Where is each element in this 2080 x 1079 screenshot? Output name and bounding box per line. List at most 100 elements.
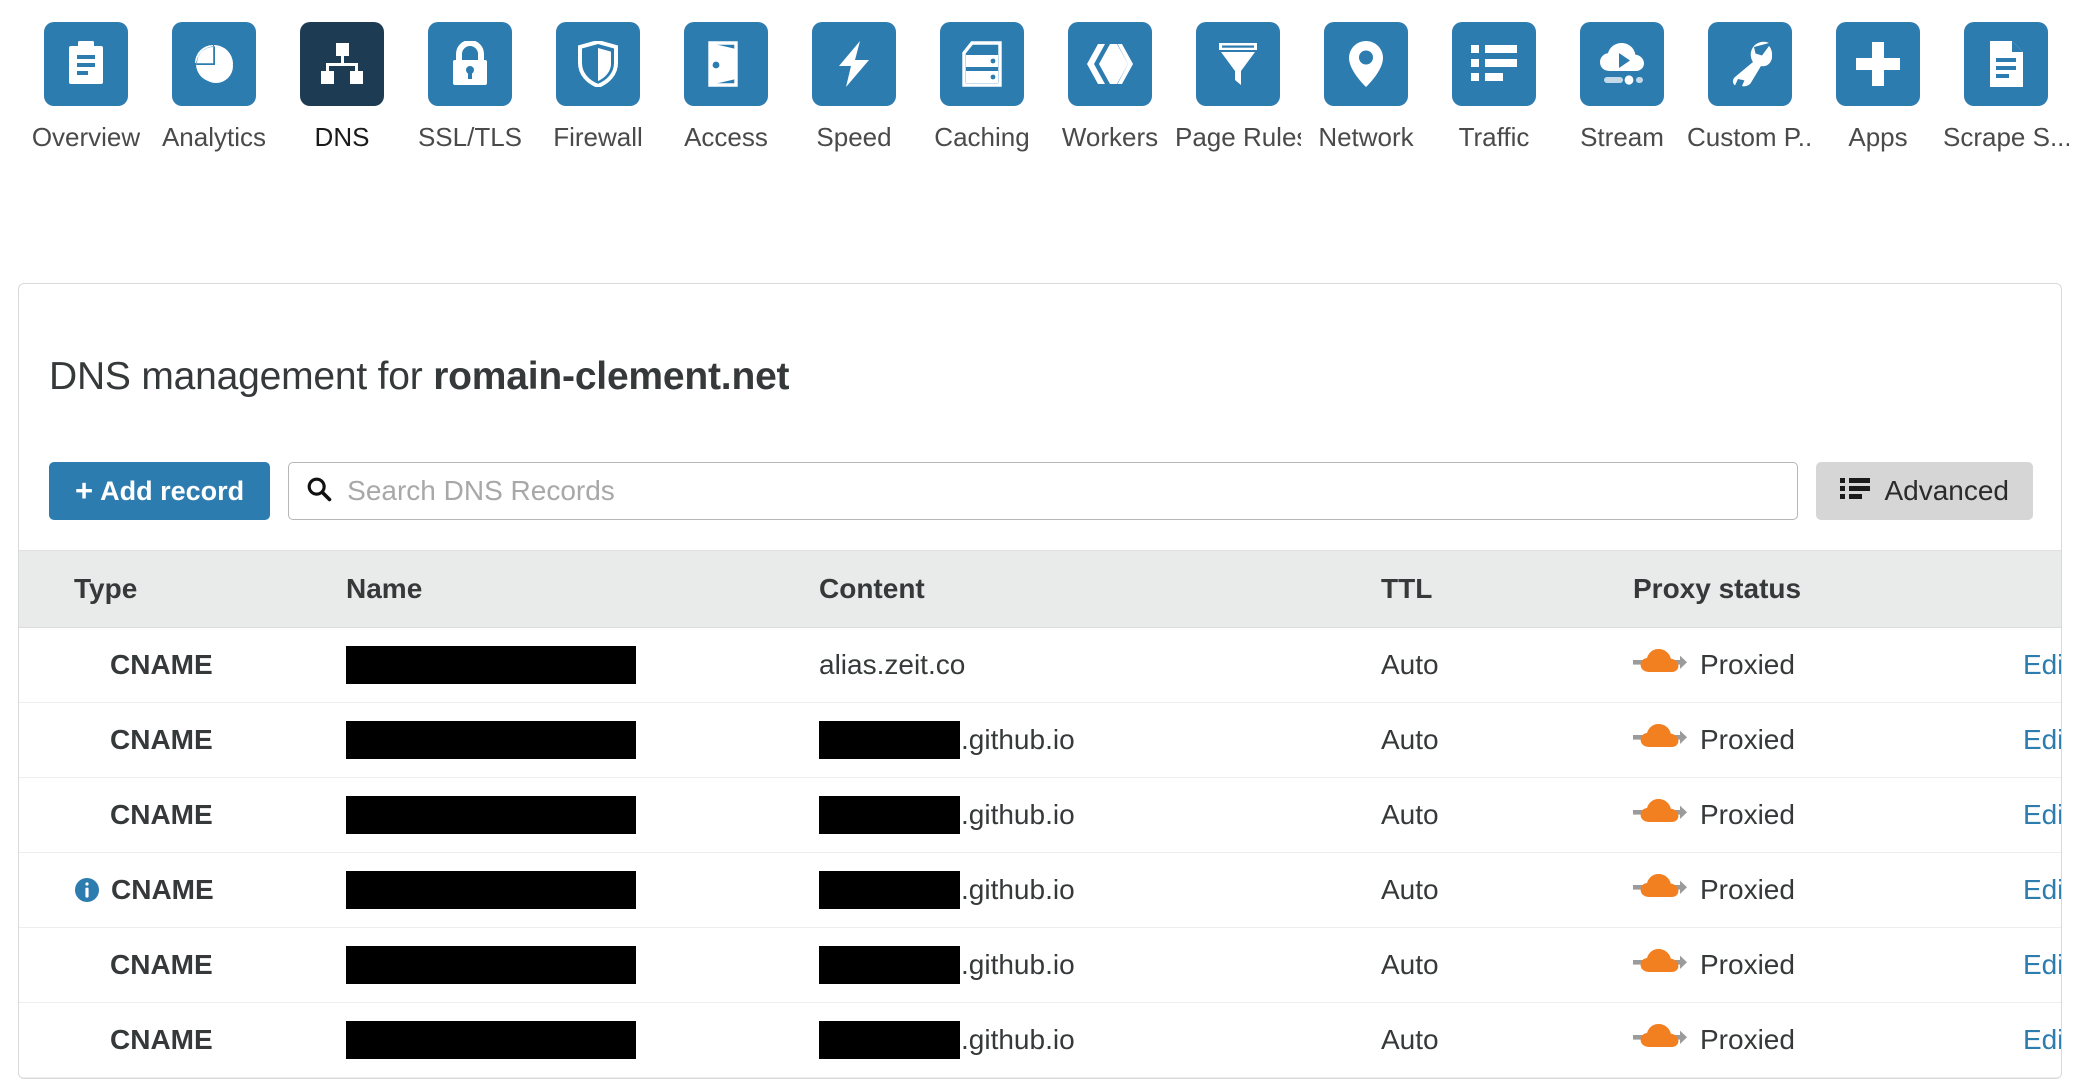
nav-item-access[interactable]: Access	[662, 22, 790, 152]
nav-item-custom-p[interactable]: Custom P...	[1686, 22, 1814, 152]
dns-records-table: Type Name Content TTL Proxy status CNAME…	[19, 550, 2061, 1078]
redacted-name	[346, 721, 636, 759]
record-type: CNAME	[110, 724, 213, 756]
edit-record-link[interactable]: Edit ▶	[2023, 649, 2062, 681]
cell-proxy-status[interactable]: Proxied	[1611, 853, 2023, 928]
ttl-value: Auto	[1381, 649, 1439, 680]
nav-item-network[interactable]: Network	[1302, 22, 1430, 152]
nav-item-analytics[interactable]: Analytics	[150, 22, 278, 152]
page-title: DNS management for romain-clement.net	[19, 310, 2061, 400]
cell-content: .github.io	[801, 778, 1359, 853]
nav-item-dns[interactable]: DNS	[278, 22, 406, 152]
table-row[interactable]: CNAME .github.io Auto Proxied Edit	[19, 703, 2061, 778]
page-title-domain: romain-clement.net	[433, 355, 789, 398]
nav-item-scrape-s[interactable]: Scrape S...	[1942, 22, 2070, 152]
cell-ttl: Auto	[1359, 628, 1611, 703]
nav-item-speed[interactable]: Speed	[790, 22, 918, 152]
cell-proxy-status[interactable]: Proxied	[1611, 703, 2023, 778]
cell-proxy-status[interactable]: Proxied	[1611, 1003, 2023, 1078]
server-stack-icon	[940, 22, 1024, 106]
proxy-cloud-icon[interactable]	[1633, 722, 1687, 759]
proxy-cloud-icon[interactable]	[1633, 797, 1687, 834]
nav-item-traffic[interactable]: Traffic	[1430, 22, 1558, 152]
redacted-content	[819, 871, 960, 909]
nav-item-firewall[interactable]: Firewall	[534, 22, 662, 152]
wrench-icon	[1708, 22, 1792, 106]
search-input[interactable]	[345, 474, 1781, 508]
proxy-cloud-icon[interactable]	[1633, 1022, 1687, 1059]
search-icon	[305, 475, 333, 508]
edit-label: Edit	[2023, 949, 2062, 981]
nav-item-label: Overview	[32, 122, 140, 152]
table-row[interactable]: CNAME .github.io Auto Proxied Edit	[19, 1003, 2061, 1078]
plus-icon	[1836, 22, 1920, 106]
edit-record-link[interactable]: Edit ▶	[2023, 1024, 2062, 1056]
funnel-icon	[1196, 22, 1280, 106]
shield-icon	[556, 22, 640, 106]
cloud-play-icon	[1580, 22, 1664, 106]
edit-record-link[interactable]: Edit ▶	[2023, 724, 2062, 756]
cell-ttl: Auto	[1359, 778, 1611, 853]
edit-record-link[interactable]: Edit ▶	[2023, 949, 2062, 981]
proxy-cloud-icon[interactable]	[1633, 947, 1687, 984]
nav-item-caching[interactable]: Caching	[918, 22, 1046, 152]
ttl-value: Auto	[1381, 724, 1439, 755]
nav-item-apps[interactable]: Apps	[1814, 22, 1942, 152]
edit-record-link[interactable]: Edit ▶	[2023, 874, 2062, 906]
cell-edit: Edit ▶	[2023, 703, 2061, 778]
nav-item-stream[interactable]: Stream	[1558, 22, 1686, 152]
table-row[interactable]: CNAME .github.io Auto Proxied Edit	[19, 928, 2061, 1003]
proxy-status-label: Proxied	[1700, 724, 1795, 756]
cell-proxy-status[interactable]: Proxied	[1611, 928, 2023, 1003]
proxy-cloud-icon[interactable]	[1633, 647, 1687, 684]
redacted-content	[819, 721, 960, 759]
proxy-status-label: Proxied	[1700, 799, 1795, 831]
column-header-content[interactable]: Content	[801, 551, 1359, 628]
content-suffix: .github.io	[961, 724, 1075, 756]
redacted-name	[346, 871, 636, 909]
cell-edit: Edit ▶	[2023, 628, 2061, 703]
column-header-name[interactable]: Name	[324, 551, 801, 628]
nav-item-workers[interactable]: Workers	[1046, 22, 1174, 152]
page-title-prefix: DNS management for	[49, 355, 433, 398]
edit-label: Edit	[2023, 724, 2062, 756]
record-type: CNAME	[110, 1024, 213, 1056]
proxy-status-label: Proxied	[1700, 649, 1795, 681]
table-row[interactable]: CNAME .github.io Auto Proxied Edit	[19, 778, 2061, 853]
nav-item-ssl-tls[interactable]: SSL/TLS	[406, 22, 534, 152]
dns-toolbar: + Add record	[19, 426, 2061, 550]
cell-proxy-status[interactable]: Proxied	[1611, 628, 2023, 703]
cell-proxy-status[interactable]: Proxied	[1611, 778, 2023, 853]
redacted-content	[819, 946, 960, 984]
nav-item-label: Stream	[1580, 122, 1664, 152]
app-nav: Overview Analytics DNS	[0, 0, 2080, 200]
column-header-ttl[interactable]: TTL	[1359, 551, 1611, 628]
cell-edit: Edit ▶	[2023, 778, 2061, 853]
advanced-button[interactable]: Advanced	[1816, 462, 2033, 520]
nav-item-page-rules[interactable]: Page Rules	[1174, 22, 1302, 152]
content-suffix: .github.io	[961, 874, 1075, 906]
add-record-button[interactable]: + Add record	[49, 462, 270, 520]
table-header: Type Name Content TTL Proxy status	[19, 551, 2061, 628]
table-row[interactable]: CNAME .github.io Auto Proxied Edit	[19, 853, 2061, 928]
document-icon	[1964, 22, 2048, 106]
cell-name	[324, 1003, 801, 1078]
search-box[interactable]	[288, 462, 1798, 520]
cell-ttl: Auto	[1359, 703, 1611, 778]
cell-content: .github.io	[801, 703, 1359, 778]
cell-ttl: Auto	[1359, 928, 1611, 1003]
column-header-type[interactable]: Type	[19, 551, 324, 628]
column-header-proxy-status[interactable]: Proxy status	[1611, 551, 2023, 628]
nav-item-label: Traffic	[1459, 122, 1530, 152]
nav-item-label: Access	[684, 122, 768, 152]
nav-item-label: Firewall	[553, 122, 643, 152]
ttl-value: Auto	[1381, 799, 1439, 830]
proxy-cloud-icon[interactable]	[1633, 872, 1687, 909]
nav-item-overview[interactable]: Overview	[22, 22, 150, 152]
content-suffix: .github.io	[961, 799, 1075, 831]
cell-type: CNAME	[19, 928, 324, 1003]
edit-record-link[interactable]: Edit ▶	[2023, 799, 2062, 831]
redacted-name	[346, 946, 636, 984]
list-icon	[1452, 22, 1536, 106]
table-row[interactable]: CNAME alias.zeit.co Auto Proxied Ed	[19, 628, 2061, 703]
